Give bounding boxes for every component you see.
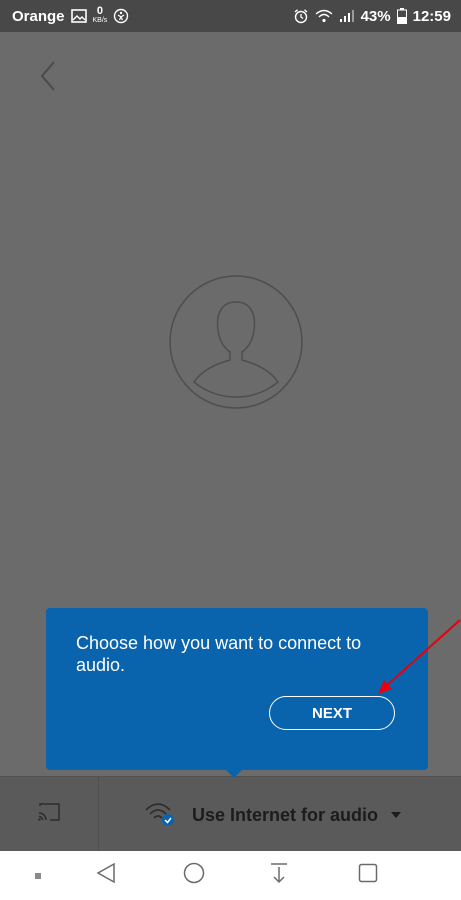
- avatar: [168, 274, 304, 410]
- wifi-icon: [315, 9, 333, 23]
- carrier-label: Orange: [12, 7, 65, 25]
- nav-download-button[interactable]: [255, 851, 303, 900]
- battery-percent: 43%: [360, 7, 391, 25]
- back-button[interactable]: [34, 60, 62, 96]
- nav-back-button[interactable]: [82, 851, 130, 900]
- audio-option-label: Use Internet for audio: [192, 804, 379, 825]
- person-silhouette-icon: [168, 275, 304, 414]
- battery-icon: [396, 8, 407, 24]
- accessibility-icon: [113, 8, 129, 24]
- data-rate-unit: KB/s: [92, 17, 108, 24]
- system-nav-bar: [0, 851, 461, 900]
- next-button[interactable]: NEXT: [269, 696, 395, 730]
- status-bar-right: 43% 12:59: [293, 8, 451, 25]
- annotation-arrow-icon: [378, 619, 461, 694]
- nav-home-button[interactable]: [170, 851, 218, 900]
- download-arrow-icon: [269, 862, 289, 889]
- audio-option-select[interactable]: Use Internet for audio: [140, 795, 402, 835]
- nav-dot-button[interactable]: [14, 851, 62, 900]
- nav-recents-button[interactable]: [344, 851, 392, 900]
- status-bar: Orange 0 KB/s 43% 12:59: [0, 0, 461, 32]
- image-notification-icon: [70, 9, 87, 23]
- square-recents-icon: [358, 863, 378, 888]
- cast-button[interactable]: [0, 777, 99, 852]
- clock-time: 12:59: [412, 7, 451, 25]
- tooltip-pointer: [224, 768, 244, 778]
- tooltip-message: Choose how you want to connect to audio.: [76, 633, 362, 675]
- data-rate-value: 0: [96, 5, 103, 17]
- circle-home-icon: [183, 862, 205, 889]
- status-bar-left: Orange 0 KB/s: [12, 5, 129, 25]
- alarm-icon: [293, 8, 309, 24]
- cast-icon: [36, 801, 62, 828]
- audio-bar: Use Internet for audio: [0, 776, 461, 852]
- chevron-left-icon: [39, 60, 57, 97]
- wifi-audio-icon: [140, 798, 180, 833]
- square-dot-icon: [34, 867, 42, 885]
- signal-icon: [339, 9, 355, 23]
- caret-down-icon: [390, 806, 402, 824]
- triangle-back-icon: [96, 862, 116, 889]
- data-rate: 0 KB/s: [92, 5, 108, 25]
